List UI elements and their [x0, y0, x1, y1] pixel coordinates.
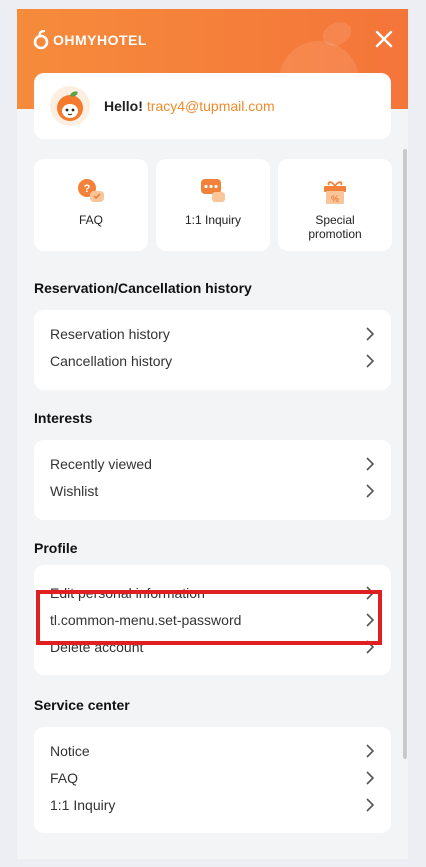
- logo: OHMYHOTEL: [33, 30, 147, 50]
- quick-link-inquiry[interactable]: 1:1 Inquiry: [156, 159, 270, 251]
- menu-item-label: Wishlist: [50, 483, 99, 499]
- user-greeting-card: Hello! tracy4@tupmail.com: [34, 73, 391, 139]
- peach-logo-icon: [33, 30, 49, 50]
- menu-item-faq[interactable]: FAQ: [50, 768, 375, 788]
- chevron-right-icon: [366, 640, 375, 654]
- menu-item-recently-viewed[interactable]: Recently viewed: [50, 454, 375, 474]
- menu-item-cancellation-history[interactable]: Cancellation history: [50, 351, 375, 371]
- brand-name: OHMYHOTEL: [53, 32, 147, 48]
- section-title-interests: Interests: [34, 410, 93, 426]
- menu-item-inquiry[interactable]: 1:1 Inquiry: [50, 795, 375, 815]
- chevron-right-icon: [366, 771, 375, 785]
- menu-item-edit-personal-information[interactable]: Edit personal information: [50, 583, 375, 603]
- faq-bubble-icon: ?: [78, 179, 104, 202]
- svg-text:%: %: [331, 194, 339, 204]
- section-title-reservation: Reservation/Cancellation history: [34, 280, 252, 296]
- menu-item-notice[interactable]: Notice: [50, 741, 375, 761]
- scrollbar[interactable]: [403, 149, 407, 759]
- interests-menu-card: Recently viewed Wishlist: [34, 440, 391, 520]
- service-center-menu-card: Notice FAQ 1:1 Inquiry: [34, 727, 391, 833]
- avatar: [50, 86, 90, 126]
- menu-item-wishlist[interactable]: Wishlist: [50, 481, 375, 501]
- menu-item-label: Edit personal information: [50, 585, 205, 601]
- chevron-right-icon: [366, 354, 375, 368]
- user-email: tracy4@tupmail.com: [146, 98, 275, 114]
- menu-item-label: tl.common-menu.set-password: [50, 612, 242, 628]
- close-button[interactable]: [374, 29, 394, 49]
- section-title-service-center: Service center: [34, 697, 130, 713]
- quick-link-promotion[interactable]: % Special promotion: [278, 159, 392, 251]
- chevron-right-icon: [366, 586, 375, 600]
- menu-item-label: Recently viewed: [50, 456, 152, 472]
- close-icon: [375, 30, 393, 48]
- quick-link-faq[interactable]: ? FAQ: [34, 159, 148, 251]
- menu-item-label: 1:1 Inquiry: [50, 797, 116, 813]
- chevron-right-icon: [366, 457, 375, 471]
- chat-bubble-icon: [201, 179, 225, 202]
- svg-text:?: ?: [84, 183, 91, 195]
- menu-item-label: FAQ: [50, 770, 79, 786]
- quick-link-label: FAQ: [78, 213, 103, 227]
- chevron-right-icon: [366, 327, 375, 341]
- menu-item-label: Cancellation history: [50, 353, 173, 369]
- reservation-menu-card: Reservation history Cancellation history: [34, 310, 391, 390]
- chevron-right-icon: [366, 613, 375, 627]
- profile-menu-card: Edit personal information tl.common-menu…: [34, 565, 391, 675]
- menu-item-label: Notice: [50, 743, 90, 759]
- quick-link-label: Special promotion: [308, 213, 362, 241]
- quick-link-label: 1:1 Inquiry: [184, 213, 242, 227]
- menu-item-set-password[interactable]: tl.common-menu.set-password: [50, 610, 375, 630]
- peach-mascot-icon: [57, 91, 83, 121]
- chevron-right-icon: [366, 798, 375, 812]
- chevron-right-icon: [366, 484, 375, 498]
- gift-icon: %: [324, 181, 346, 204]
- menu-item-reservation-history[interactable]: Reservation history: [50, 324, 375, 344]
- menu-item-delete-account[interactable]: Delete account: [50, 637, 375, 657]
- greeting-text: Hello! tracy4@tupmail.com: [104, 98, 275, 114]
- greeting-label: Hello!: [104, 98, 143, 114]
- menu-item-label: Reservation history: [50, 326, 170, 342]
- section-title-profile: Profile: [34, 540, 78, 556]
- chevron-right-icon: [366, 744, 375, 758]
- menu-item-label: Delete account: [50, 639, 144, 655]
- side-menu-panel: OHMYHOTEL Hello! tracy4@tupmail.com ? FA…: [17, 9, 408, 859]
